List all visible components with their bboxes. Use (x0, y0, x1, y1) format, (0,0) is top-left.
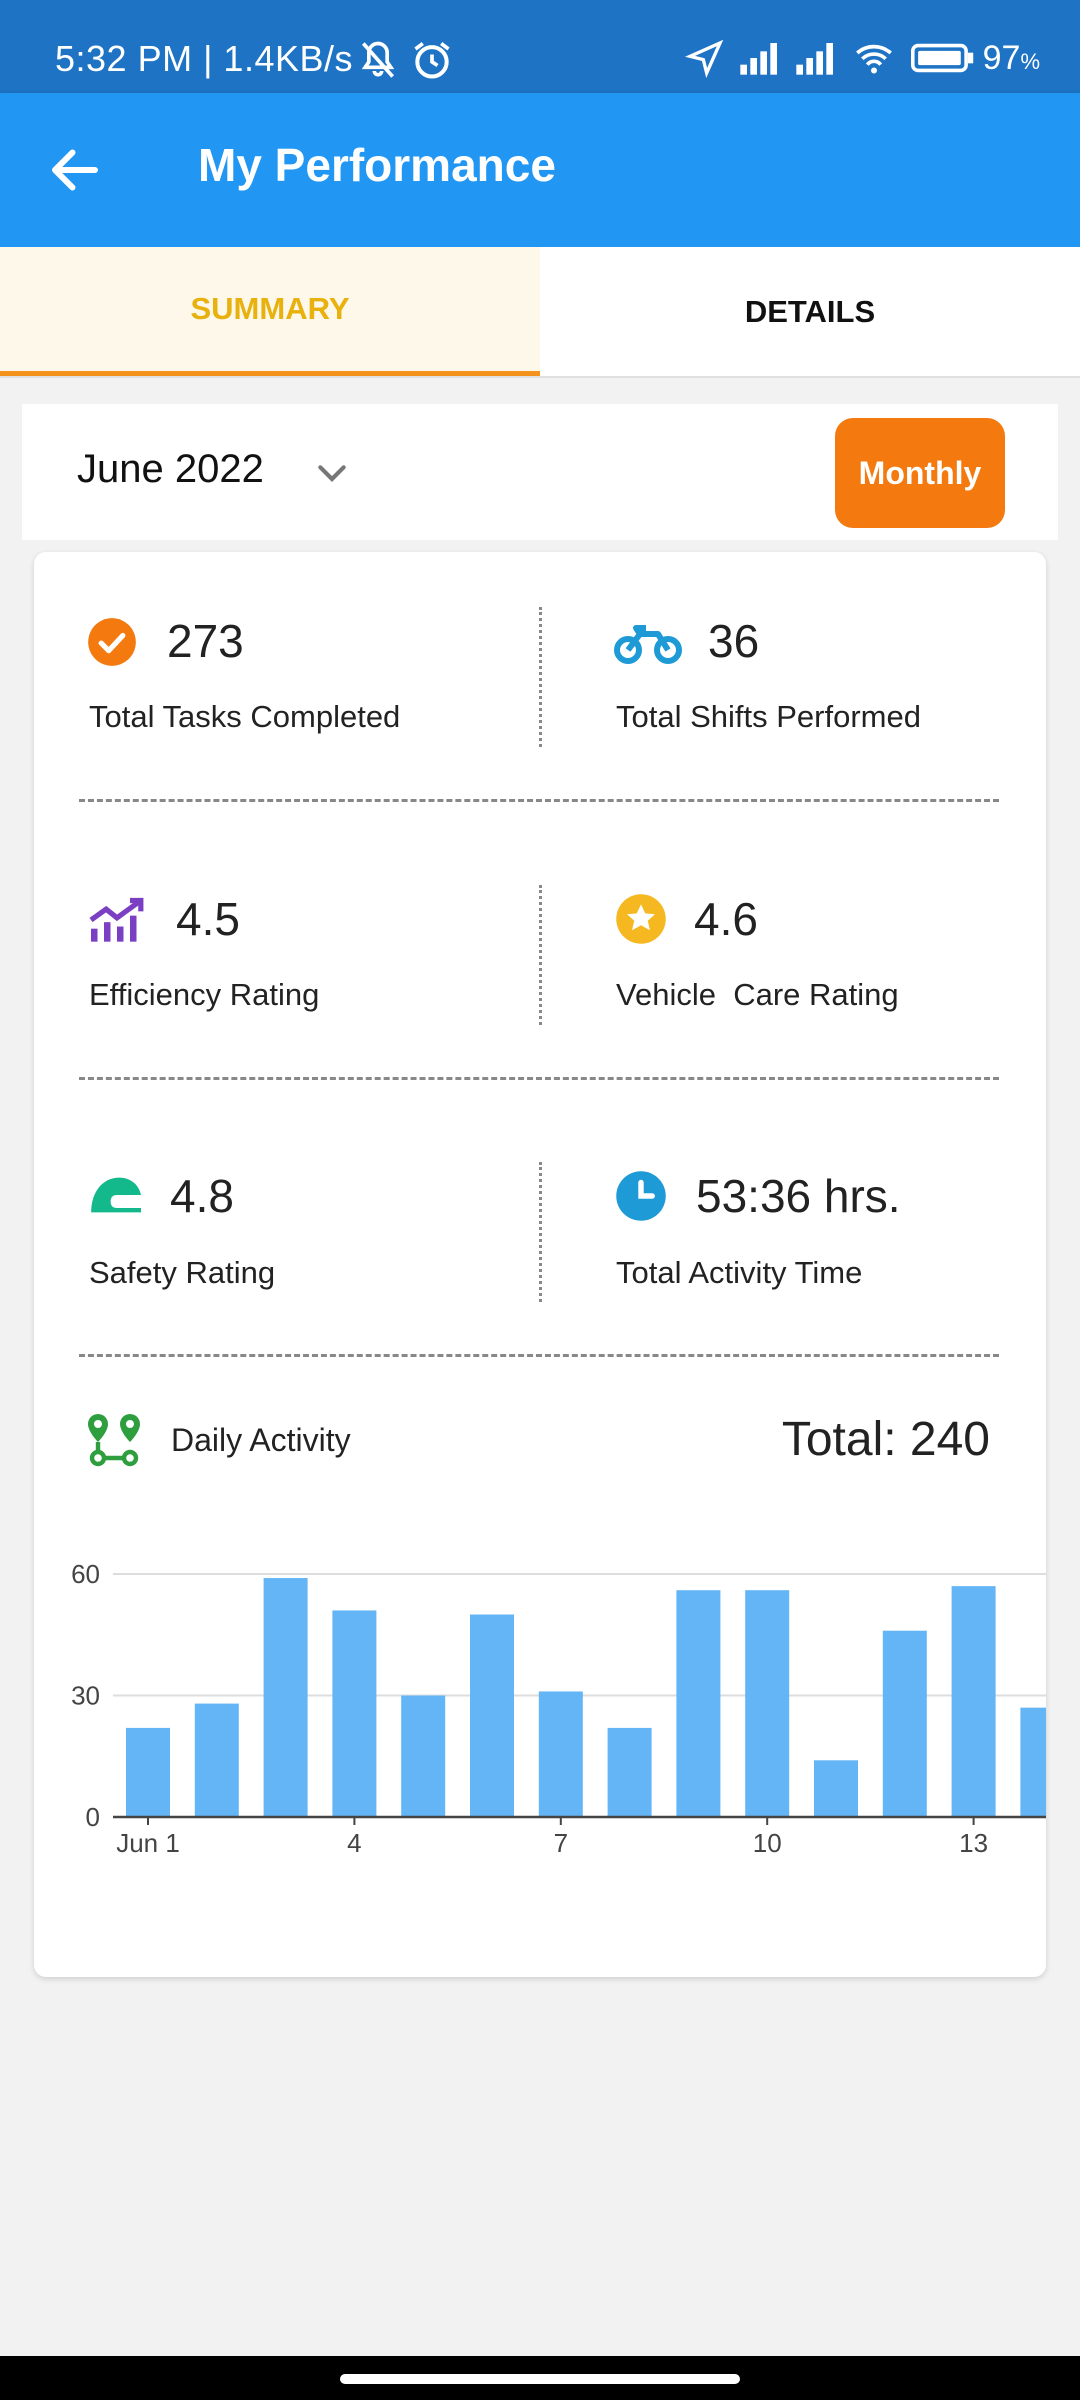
horizontal-divider (79, 1077, 999, 1080)
daily-activity-title: Daily Activity (171, 1422, 351, 1458)
stat-value: 273 (167, 615, 244, 667)
stat-label: Safety Rating (89, 1255, 276, 1290)
bar (194, 1703, 239, 1817)
signal-icon (739, 43, 777, 75)
bar (607, 1727, 652, 1817)
daily-activity-chart: 0 30 60 Jun 1 4 7 10 13 (71, 1559, 1046, 1858)
stat-value: 4.6 (694, 893, 758, 945)
status-right-icons: 97% (684, 38, 1040, 78)
vertical-divider (539, 1162, 542, 1302)
bar (745, 1590, 790, 1817)
y-tick-label: 0 (86, 1802, 100, 1832)
check-circle-icon (88, 618, 136, 666)
bar (951, 1586, 996, 1817)
x-tick-label: 4 (347, 1828, 361, 1858)
x-tick-label: 7 (554, 1828, 568, 1858)
x-tick-label: Jun 1 (116, 1828, 180, 1858)
monthly-button[interactable]: Monthly (835, 418, 1005, 528)
helmet-icon (91, 1177, 141, 1213)
bar (401, 1695, 446, 1817)
page-title: My Performance (198, 139, 556, 191)
location-arrow-icon (684, 39, 723, 78)
bar (332, 1610, 377, 1817)
stat-value: 4.5 (176, 893, 240, 945)
stat-label: Vehicle Care Rating (616, 977, 899, 1012)
bar (538, 1691, 583, 1817)
stat-label: Total Tasks Completed (89, 699, 401, 734)
stat-label: Efficiency Rating (89, 977, 320, 1012)
x-tick-label: 13 (959, 1828, 988, 1858)
bar (1020, 1707, 1046, 1817)
bike-icon (614, 625, 682, 664)
chevron-down-icon[interactable] (312, 454, 352, 494)
y-tick-label: 60 (71, 1559, 100, 1589)
status-bar: 5:32 PM | 1.4KB/s 97% (0, 0, 1080, 93)
clock-icon (616, 1171, 666, 1221)
signal-icon-2 (795, 43, 833, 75)
route-pins-icon (88, 1414, 140, 1467)
stat-label: Total Activity Time (616, 1255, 863, 1290)
daily-activity-total: Total: 240 (781, 1413, 990, 1466)
tab-summary[interactable]: SUMMARY (0, 247, 540, 376)
stat-label: Total Shifts Performed (616, 699, 921, 734)
app-bar: My Performance (0, 93, 1080, 247)
bar (126, 1727, 170, 1817)
status-time: 5:32 PM | 1.4KB/s (55, 38, 353, 79)
y-tick-label: 30 (71, 1681, 100, 1711)
vertical-divider (539, 607, 542, 747)
wifi-icon (855, 44, 892, 74)
x-tick-label: 10 (753, 1828, 782, 1858)
bar (814, 1760, 858, 1817)
horizontal-divider (79, 1354, 999, 1357)
status-left-icons (356, 38, 454, 82)
stat-value: 53:36 hrs. (696, 1170, 901, 1222)
stat-value: 4.8 (170, 1170, 234, 1222)
trending-up-icon (89, 897, 144, 942)
tab-bar: SUMMARY DETAILS (0, 247, 1080, 378)
star-circle-icon (616, 894, 666, 944)
horizontal-divider (79, 799, 999, 802)
battery-percent: 97% (982, 38, 1040, 77)
home-indicator[interactable] (340, 2374, 740, 2384)
stat-value: 36 (708, 615, 760, 667)
vertical-divider (539, 885, 542, 1025)
bar (676, 1590, 721, 1817)
period-selector: June 2022 Monthly (22, 404, 1058, 540)
mute-bell-icon (361, 41, 395, 78)
bar (882, 1630, 927, 1817)
month-dropdown-label[interactable]: June 2022 (77, 447, 264, 492)
system-nav-bar (0, 2356, 1080, 2400)
summary-card: 273 Total Tasks Completed 36 Total Shift… (34, 552, 1046, 1977)
tab-details[interactable]: DETAILS (540, 247, 1080, 376)
battery-icon (910, 43, 973, 73)
bar (263, 1578, 308, 1817)
arrow-back-icon[interactable] (45, 140, 105, 200)
bar (470, 1614, 514, 1817)
alarm-icon (414, 42, 450, 79)
